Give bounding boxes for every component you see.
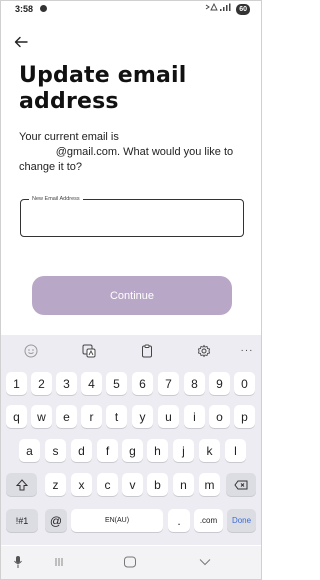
new-email-input[interactable] xyxy=(31,210,231,226)
back-button[interactable] xyxy=(14,36,32,52)
key-g[interactable]: g xyxy=(122,439,143,462)
more-icon[interactable]: ··· xyxy=(239,343,255,359)
key-j[interactable]: j xyxy=(173,439,194,462)
key-n[interactable]: n xyxy=(173,473,194,496)
key-9[interactable]: 9 xyxy=(209,372,230,395)
key-k[interactable]: k xyxy=(199,439,220,462)
signal-wifi-icons xyxy=(205,2,233,15)
translate-icon[interactable] xyxy=(81,343,97,359)
key-r[interactable]: r xyxy=(81,405,102,428)
symbols-key[interactable]: !#1 xyxy=(6,509,38,532)
description-text: Your current email is @gmail.com. What w… xyxy=(19,131,234,173)
period-key[interactable]: . xyxy=(168,509,190,532)
soft-keyboard: ··· 1 2 3 4 5 6 7 8 9 0 q w e r t y u i … xyxy=(1,335,261,545)
new-email-label: New Email Address xyxy=(29,195,83,203)
key-h[interactable]: h xyxy=(147,439,168,462)
done-key[interactable]: Done xyxy=(227,509,256,532)
key-f[interactable]: f xyxy=(97,439,118,462)
emoji-icon[interactable] xyxy=(23,343,39,359)
key-a[interactable]: a xyxy=(19,439,40,462)
page-title: Update email address xyxy=(19,63,187,114)
backspace-key[interactable] xyxy=(226,473,256,496)
space-key[interactable]: EN(AU) xyxy=(71,509,163,532)
battery-icon: 60 xyxy=(236,3,250,15)
back-nav-icon[interactable] xyxy=(197,554,213,570)
key-3[interactable]: 3 xyxy=(56,372,77,395)
key-o[interactable]: o xyxy=(209,405,230,428)
key-6[interactable]: 6 xyxy=(132,372,153,395)
clipboard-icon[interactable] xyxy=(139,343,155,359)
status-icons: 60 xyxy=(205,2,250,15)
key-b[interactable]: b xyxy=(147,473,168,496)
more-dots: ··· xyxy=(240,345,254,356)
key-7[interactable]: 7 xyxy=(158,372,179,395)
dotcom-key[interactable]: .com xyxy=(194,509,223,532)
key-l[interactable]: l xyxy=(225,439,246,462)
key-d[interactable]: d xyxy=(71,439,92,462)
arrow-left-icon xyxy=(14,36,28,48)
key-x[interactable]: x xyxy=(71,473,92,496)
key-c[interactable]: c xyxy=(97,473,118,496)
at-key[interactable]: @ xyxy=(45,509,67,532)
key-s[interactable]: s xyxy=(45,439,66,462)
key-y[interactable]: y xyxy=(132,405,153,428)
key-z[interactable]: z xyxy=(45,473,66,496)
settings-icon[interactable] xyxy=(196,343,212,359)
keyboard-toolbar: ··· xyxy=(1,335,261,367)
home-icon[interactable] xyxy=(122,554,138,570)
key-w[interactable]: w xyxy=(31,405,52,428)
key-t[interactable]: t xyxy=(106,405,127,428)
key-e[interactable]: e xyxy=(56,405,77,428)
recents-icon[interactable] xyxy=(51,554,67,570)
key-m[interactable]: m xyxy=(199,473,220,496)
key-4[interactable]: 4 xyxy=(81,372,102,395)
shift-key[interactable] xyxy=(6,473,37,496)
mic-icon[interactable] xyxy=(11,554,25,570)
key-0[interactable]: 0 xyxy=(234,372,255,395)
backspace-icon xyxy=(234,480,248,489)
key-v[interactable]: v xyxy=(122,473,143,496)
key-u[interactable]: u xyxy=(158,405,179,428)
current-email-description: Your current email is @gmail.com. What w… xyxy=(19,130,249,175)
key-p[interactable]: p xyxy=(234,405,255,428)
status-bar: 3:58 60 xyxy=(0,0,262,18)
key-2[interactable]: 2 xyxy=(31,372,52,395)
key-1[interactable]: 1 xyxy=(6,372,27,395)
status-time: 3:58 xyxy=(15,4,34,14)
key-8[interactable]: 8 xyxy=(184,372,205,395)
system-nav-bar xyxy=(1,546,261,579)
key-q[interactable]: q xyxy=(6,405,27,428)
notification-icon xyxy=(40,5,47,12)
shift-icon xyxy=(15,478,28,490)
new-email-field[interactable]: New Email Address xyxy=(20,195,244,237)
key-5[interactable]: 5 xyxy=(106,372,127,395)
continue-button[interactable]: Continue xyxy=(32,276,232,315)
key-i[interactable]: i xyxy=(184,405,205,428)
